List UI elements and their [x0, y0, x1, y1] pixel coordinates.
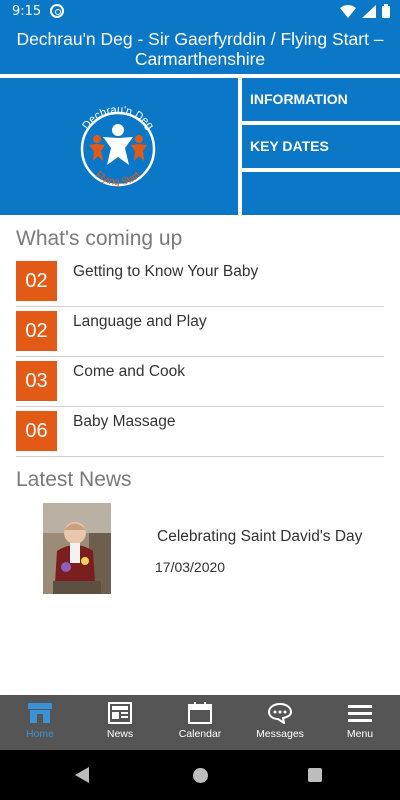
event-date-badge: 02 [16, 311, 57, 351]
event-title: Getting to Know Your Baby [73, 263, 259, 280]
event-item[interactable]: 02 Getting to Know Your Baby [16, 257, 384, 307]
app-notification-icon [50, 4, 64, 18]
nav-messages[interactable]: Messages [240, 695, 320, 750]
news-date: 17/03/2020 [155, 559, 226, 575]
recent-apps-icon[interactable] [308, 768, 322, 782]
nav-menu[interactable]: Menu [320, 695, 400, 750]
status-bar: 9:15 [0, 0, 400, 24]
event-item[interactable]: 02 Language and Play [16, 307, 384, 357]
back-icon[interactable] [75, 767, 89, 783]
news-item[interactable]: Celebrating Saint David's Day 17/03/2020 [0, 500, 400, 600]
nav-home[interactable]: Home [0, 695, 80, 750]
event-title: Baby Massage [73, 413, 176, 430]
nav-calendar[interactable]: Calendar [160, 695, 240, 750]
wifi-icon [340, 4, 356, 18]
news-headline: Celebrating Saint David's Day [157, 528, 363, 545]
status-time: 9:15 [12, 4, 42, 19]
nav-messages-label: Messages [256, 728, 304, 740]
key-dates-tile[interactable]: KEY DATES [242, 125, 400, 168]
information-label: INFORMATION [250, 91, 348, 107]
calendar-icon [188, 702, 212, 724]
menu-icon [348, 705, 372, 722]
flying-start-logo: Dechrau'n Deg Flying Start [80, 104, 156, 188]
nav-menu-label: Menu [346, 728, 374, 740]
news-thumbnail [43, 503, 111, 594]
status-indicators [340, 4, 390, 18]
nav-news[interactable]: News [80, 695, 160, 750]
empty-tile[interactable] [242, 172, 400, 215]
home-icon [28, 703, 52, 723]
coming-up-heading: What's coming up [16, 227, 183, 250]
messages-icon [267, 702, 293, 724]
news-icon [108, 702, 132, 724]
key-dates-label: KEY DATES [250, 138, 329, 154]
nav-news-label: News [106, 728, 134, 740]
svg-text:Flying Start: Flying Start [93, 169, 143, 188]
events-list: 02 Getting to Know Your Baby 02 Language… [16, 257, 384, 457]
battery-icon [382, 4, 390, 18]
event-title: Come and Cook [73, 363, 186, 380]
event-item[interactable]: 06 Baby Massage [16, 407, 384, 457]
event-title: Language and Play [73, 313, 207, 330]
logo-text-bottom: Flying Start [93, 169, 143, 188]
signal-icon [362, 4, 376, 18]
information-tile[interactable]: INFORMATION [242, 78, 400, 121]
latest-news-heading: Latest News [16, 468, 132, 491]
logo-panel: Dechrau'n Deg Flying Start [0, 78, 238, 215]
app-title-bar: Dechrau'n Deg - Sir Gaerfyrddin / Flying… [0, 24, 400, 74]
nav-calendar-label: Calendar [178, 728, 222, 740]
event-date-badge: 06 [16, 411, 57, 451]
page-title: Dechrau'n Deg - Sir Gaerfyrddin / Flying… [16, 29, 384, 69]
home-circle-icon[interactable] [193, 768, 208, 783]
nav-home-label: Home [25, 728, 54, 740]
event-date-badge: 02 [16, 261, 57, 301]
bottom-navigation: Home News Calendar Messages Menu [0, 695, 400, 750]
event-item[interactable]: 03 Come and Cook [16, 357, 384, 407]
hero-section: Dechrau'n Deg Flying Start INFORMATION K… [0, 78, 400, 215]
event-date-badge: 03 [16, 361, 57, 401]
system-navigation-bar [0, 750, 400, 800]
